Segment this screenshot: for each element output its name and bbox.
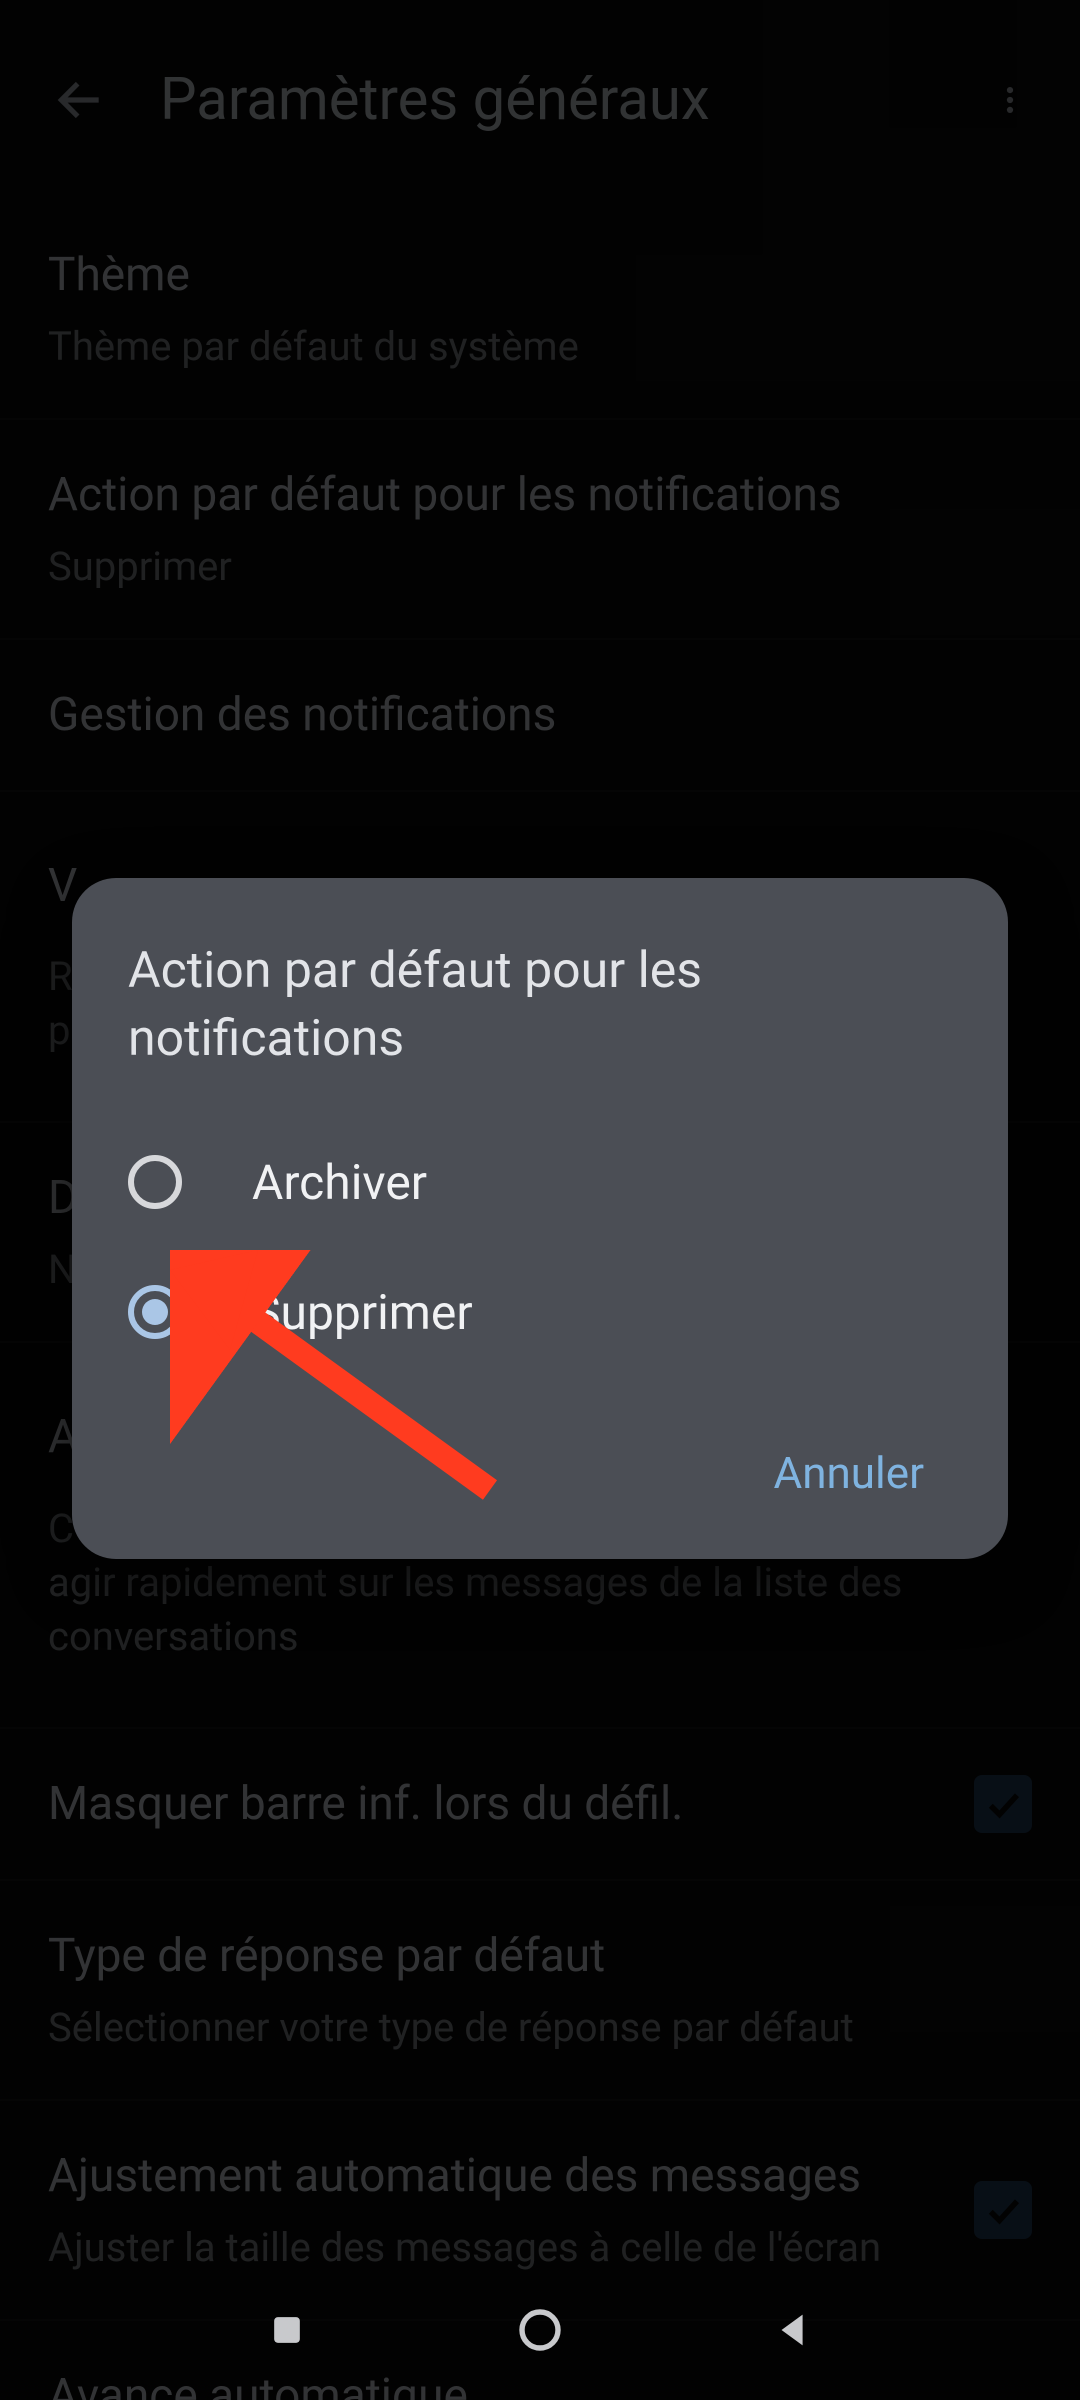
option-delete[interactable]: Supprimer: [128, 1247, 952, 1377]
default-notification-action-dialog: Action par défaut pour les notifications…: [72, 878, 1008, 1559]
nav-home-button[interactable]: [505, 2295, 575, 2365]
circle-icon: [513, 2303, 567, 2357]
square-icon: [265, 2308, 309, 2352]
option-label: Supprimer: [252, 1284, 473, 1341]
option-archive[interactable]: Archiver: [128, 1117, 952, 1247]
option-label: Archiver: [252, 1154, 427, 1211]
cancel-button[interactable]: Annuler: [746, 1427, 953, 1519]
nav-recent-button[interactable]: [252, 2295, 322, 2365]
dialog-actions: Annuler: [128, 1427, 952, 1519]
radio-selected-icon: [128, 1285, 182, 1339]
dialog-title: Action par défaut pour les notifications: [128, 938, 952, 1073]
radio-unselected-icon: [128, 1155, 182, 1209]
android-nav-bar: [0, 2260, 1080, 2400]
nav-back-button[interactable]: [758, 2295, 828, 2365]
triangle-left-icon: [770, 2307, 816, 2353]
